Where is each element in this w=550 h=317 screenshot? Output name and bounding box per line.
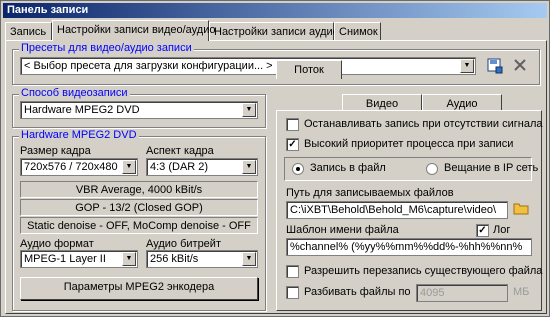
chevron-down-icon[interactable]: ▼ [122, 160, 136, 174]
recording-method-select[interactable]: Hardware MPEG2 DVD ▼ [20, 101, 258, 119]
frame-size-value: 720x576 / 720x480 [24, 161, 118, 173]
frame-size-label: Размер кадра [20, 145, 91, 157]
folder-icon[interactable] [512, 201, 530, 219]
recording-panel-window: Панель записи Запись Настройки записи ви… [0, 0, 550, 317]
preset-select-value: < Выбор пресета для загрузки конфигураци… [24, 60, 273, 72]
save-icon[interactable] [486, 58, 504, 76]
stop-no-signal-label: Останавливать запись при отсутствии сигн… [304, 118, 543, 130]
record-to-file-label: Запись в файл [310, 162, 386, 174]
tab-recording[interactable]: Запись [5, 22, 52, 41]
presets-group-title: Пресеты для видео/аудио записи [19, 42, 194, 54]
aspect-select[interactable]: 4:3 (DAR 2) ▼ [146, 158, 258, 176]
template-label: Шаблон имени файла [286, 224, 399, 236]
high-priority-label: Высокий приоритет процесса при записи [304, 138, 514, 150]
chevron-down-icon[interactable]: ▼ [242, 103, 256, 117]
path-input[interactable]: C:\iXBT\Behold\Behold_M6\capture\video\ [286, 201, 508, 219]
log-label: Лог [493, 224, 511, 236]
split-unit-label: МБ [513, 286, 530, 298]
recording-method-title: Способ видеозаписи [19, 87, 130, 99]
aspect-label: Аспект кадра [146, 145, 214, 157]
chevron-down-icon[interactable]: ▼ [242, 160, 256, 174]
split-size-input[interactable]: 4095 [416, 284, 508, 302]
record-to-file-radio[interactable] [292, 163, 304, 175]
high-priority-checkbox[interactable]: ✓ [286, 138, 299, 151]
settings-panel: Пресеты для видео/аудио записи < Выбор п… [5, 40, 547, 314]
preset-select[interactable]: < Выбор пресета для загрузки конфигураци… [20, 57, 476, 75]
window-title: Панель записи [3, 3, 547, 18]
aspect-value: 4:3 (DAR 2) [150, 161, 209, 173]
log-checkbox[interactable]: ✓ [476, 224, 489, 237]
audio-bitrate-value: 256 kBit/s [150, 253, 199, 265]
template-input[interactable]: %channel% (%yy%%mm%%dd%-%hh%%nn% [286, 238, 532, 256]
ip-broadcast-radio[interactable] [426, 163, 438, 175]
split-files-checkbox[interactable] [286, 286, 299, 299]
tab-snapshot[interactable]: Снимок [334, 22, 381, 41]
gop-info: GOP - 13/2 (Closed GOP) [20, 199, 258, 216]
path-label: Путь для записываемых файлов [286, 187, 454, 199]
tab-audio-settings[interactable]: Настройки записи аудио [209, 22, 339, 41]
tab-video[interactable]: Видео [342, 94, 422, 111]
allow-overwrite-label: Разрешить перезапись существующего файла [304, 265, 543, 277]
close-icon[interactable] [511, 57, 529, 75]
tab-video-audio-settings[interactable]: Настройки записи видео/аудио [52, 20, 215, 41]
denoise-info: Static denoise - OFF, MoComp denoise - O… [20, 217, 258, 234]
chevron-down-icon[interactable]: ▼ [460, 59, 474, 73]
mpeg2-encoder-params-button[interactable]: Параметры MPEG2 энкодера [20, 277, 258, 300]
ip-broadcast-label: Вещание в IP сеть [444, 162, 539, 174]
hardware-mpeg2-title: Hardware MPEG2 DVD [19, 129, 139, 141]
frame-size-select[interactable]: 720x576 / 720x480 ▼ [20, 158, 138, 176]
stop-no-signal-checkbox[interactable] [286, 118, 299, 131]
audio-format-value: MPEG-1 Layer II [24, 253, 106, 265]
allow-overwrite-checkbox[interactable] [286, 265, 299, 278]
chevron-down-icon[interactable]: ▼ [242, 252, 256, 266]
split-files-label: Разбивать файлы по [304, 286, 411, 298]
audio-bitrate-label: Аудио битрейт [146, 238, 221, 250]
tab-audio[interactable]: Аудио [422, 94, 502, 111]
audio-format-select[interactable]: MPEG-1 Layer II ▼ [20, 250, 138, 268]
recording-method-value: Hardware MPEG2 DVD [24, 104, 140, 116]
audio-format-label: Аудио формат [20, 238, 94, 250]
chevron-down-icon[interactable]: ▼ [122, 252, 136, 266]
bitrate-info: VBR Average, 4000 kBit/s [20, 181, 258, 198]
tab-stream[interactable]: Поток [276, 60, 342, 79]
audio-bitrate-select[interactable]: 256 kBit/s ▼ [146, 250, 258, 268]
